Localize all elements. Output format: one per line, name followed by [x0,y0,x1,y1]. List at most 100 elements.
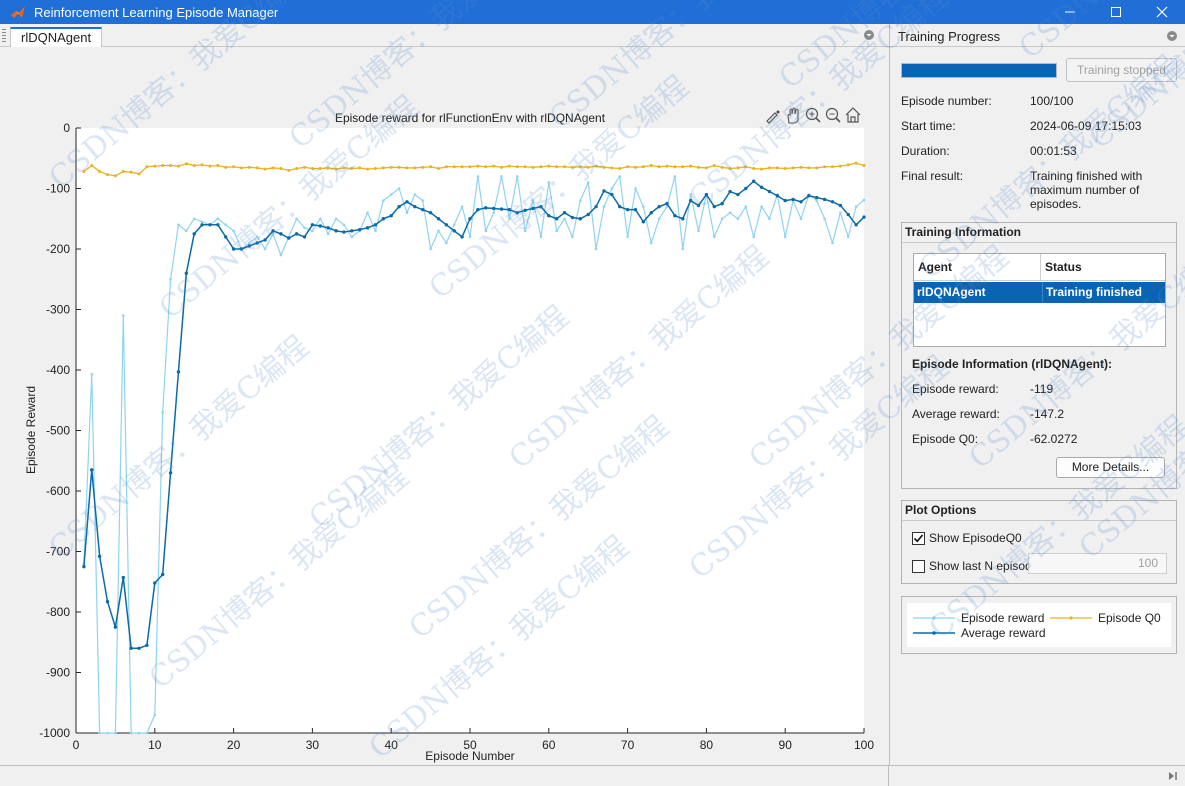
last-n-episodes-input[interactable]: 100 [1028,553,1167,574]
close-button[interactable] [1139,0,1185,24]
data-point-episode-q0 [421,165,425,169]
data-point-average-reward [539,204,543,209]
maximize-button[interactable] [1093,0,1139,24]
data-point-average-reward [287,236,291,240]
data-point-episode-reward [350,235,354,239]
data-point-episode-reward [121,314,125,317]
show-episodeq0-option[interactable]: Show EpisodeQ0 [912,531,1022,545]
minimize-button[interactable] [1047,0,1093,24]
close-icon [1156,6,1168,18]
y-tick-label: -300 [46,303,70,317]
data-point-episode-reward [216,217,220,221]
data-point-episode-q0 [570,165,574,169]
data-point-episode-q0 [767,166,771,170]
home-reset-icon[interactable] [845,107,861,123]
agent-table[interactable]: Agent Status rlDQNAgent Training finishe… [913,253,1166,347]
expand-panel-icon[interactable] [1167,770,1179,782]
pan-hand-icon[interactable] [787,107,799,124]
data-point-average-reward [145,643,149,647]
data-point-episode-reward [452,223,456,227]
data-point-average-reward [649,211,653,215]
show-episodeq0-checkbox[interactable] [912,531,925,545]
episode-information-title: Episode Information (rlDQNAgent): [912,357,1112,371]
data-point-average-reward [594,204,598,209]
y-tick-label: -400 [46,363,70,377]
data-point-episode-q0 [633,165,637,169]
data-point-episode-reward [192,217,196,221]
show-last-n-checkbox[interactable] [912,559,925,573]
brush-tool-icon[interactable] [766,110,780,124]
data-point-episode-reward [862,198,866,202]
data-point-average-reward [413,204,417,209]
data-point-episode-reward [492,211,495,214]
column-header-status[interactable]: Status [1041,254,1165,281]
chart-legend: Episode reward Episode Q0 Average reward [907,603,1171,647]
data-point-episode-q0 [775,166,779,170]
data-point-episode-reward [634,187,637,190]
training-stopped-button[interactable]: Training stopped [1066,58,1177,82]
data-point-episode-q0 [500,165,504,169]
data-point-episode-q0 [586,165,590,169]
training-information-title: Training Information [905,225,1021,239]
data-point-average-reward [381,217,386,221]
data-point-episode-q0 [610,166,614,170]
data-point-episode-q0 [657,165,661,169]
y-tick-label: -100 [46,182,70,196]
data-point-episode-reward [760,205,763,208]
zoom-out-icon[interactable] [825,107,841,123]
data-point-episode-q0 [145,165,149,169]
data-point-average-reward [515,211,519,215]
y-tick-label: -700 [46,545,70,559]
data-point-episode-reward [854,205,858,208]
data-point-average-reward [807,194,811,198]
data-point-episode-reward [177,223,180,227]
x-axis-label: Episode Number [425,749,514,763]
data-point-average-reward [82,564,86,569]
data-point-average-reward [625,207,630,212]
tab-rldqnagent[interactable]: rlDQNAgent [10,27,103,47]
data-point-episode-q0 [358,166,362,170]
data-point-episode-q0 [366,167,370,171]
data-point-episode-q0 [452,165,456,169]
data-point-episode-q0 [318,167,322,171]
data-point-average-reward [586,212,590,217]
data-point-episode-reward [602,205,606,208]
data-point-episode-q0 [295,167,299,171]
data-point-episode-reward [728,211,732,214]
data-point-average-reward [121,575,125,580]
data-point-average-reward [759,185,764,189]
data-point-average-reward [350,229,354,233]
panel-menu-icon[interactable] [1166,30,1178,42]
data-point-average-reward [421,207,425,212]
data-point-average-reward [271,229,275,233]
tab-menu-icon[interactable] [863,29,875,41]
data-point-episode-q0 [381,166,385,170]
column-header-agent[interactable]: Agent [914,254,1041,281]
data-point-episode-q0 [326,166,330,170]
data-point-episode-q0 [279,167,283,171]
data-point-episode-q0 [468,165,472,169]
data-point-episode-q0 [602,165,606,169]
data-point-episode-reward [255,235,259,239]
data-point-episode-q0 [704,166,708,170]
grip-handle-icon[interactable] [2,29,6,43]
more-details-button[interactable]: More Details... [1056,457,1165,478]
x-tick-label: 30 [306,738,320,752]
zoom-in-icon[interactable] [805,107,821,123]
data-point-episode-q0 [82,170,86,174]
show-last-n-option[interactable]: Show last N episodes [912,559,1044,573]
data-point-episode-q0 [728,167,732,171]
data-point-average-reward [523,208,527,212]
plot-options-group: Plot Options Show EpisodeQ0 Show last N … [901,500,1177,584]
data-point-episode-q0 [106,173,110,177]
data-point-episode-reward [720,217,724,221]
data-point-episode-reward [752,235,755,239]
data-point-episode-q0 [153,164,157,168]
title-bar: Reinforcement Learning Episode Manager [0,0,1185,24]
episode-reward-chart[interactable]: 0 -100 -200 -300 -400 -500 -600 -700 -800 -900 -10… [5,48,885,764]
data-point-episode-reward [437,229,440,233]
maximize-icon [1111,7,1121,17]
data-point-episode-q0 [665,164,669,168]
data-point-average-reward [554,217,559,221]
data-point-episode-reward [318,217,322,221]
